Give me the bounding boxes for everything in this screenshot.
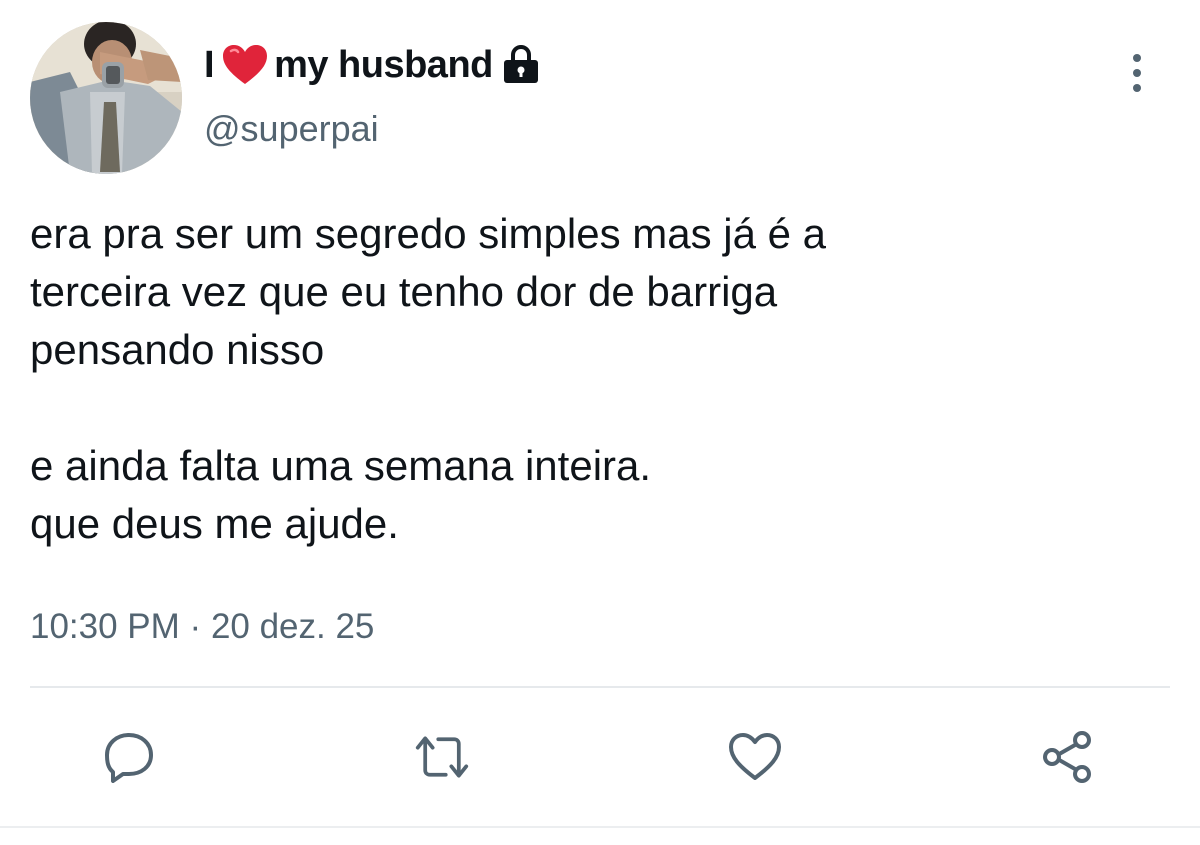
share-icon <box>1043 731 1091 783</box>
more-vertical-icon[interactable] <box>1122 50 1152 96</box>
display-name-prefix: I <box>204 43 215 86</box>
like-button[interactable] <box>727 729 783 785</box>
avatar-photo <box>30 22 182 174</box>
reply-icon <box>105 733 153 783</box>
red-heart-icon <box>222 44 268 86</box>
share-button[interactable] <box>1040 729 1096 785</box>
tweet-text-line: pensando nisso <box>30 326 325 373</box>
handle[interactable]: @superpai <box>204 108 379 150</box>
display-name[interactable]: I my husband <box>204 40 541 90</box>
divider <box>30 686 1170 688</box>
tweet-timestamp[interactable]: 10:30 PM · 20 dez. 25 <box>30 607 374 647</box>
heart-outline-icon <box>729 733 781 780</box>
divider <box>0 826 1200 828</box>
tweet-text-line: terceira vez que eu tenho dor de barriga <box>30 268 778 315</box>
avatar[interactable] <box>30 22 182 174</box>
tweet-date: 20 dez. 25 <box>210 607 375 646</box>
tweet-text: era pra ser um segredo simples mas já é … <box>30 205 1170 553</box>
tweet-time: 10:30 PM <box>30 607 180 646</box>
display-name-suffix: my husband <box>274 43 493 86</box>
tweet-text-line: era pra ser um segredo simples mas já é … <box>30 210 827 257</box>
tweet-card: I my husband @superpai era pra ser um se… <box>0 0 1200 845</box>
retweet-button[interactable] <box>414 729 470 785</box>
reply-button[interactable] <box>101 729 157 785</box>
lock-icon <box>501 44 541 85</box>
tweet-text-line: que deus me ajude. <box>30 500 399 547</box>
meta-separator: · <box>189 607 202 646</box>
tweet-text-line: e ainda falta uma semana inteira. <box>30 442 652 489</box>
retweet-icon <box>415 736 469 778</box>
